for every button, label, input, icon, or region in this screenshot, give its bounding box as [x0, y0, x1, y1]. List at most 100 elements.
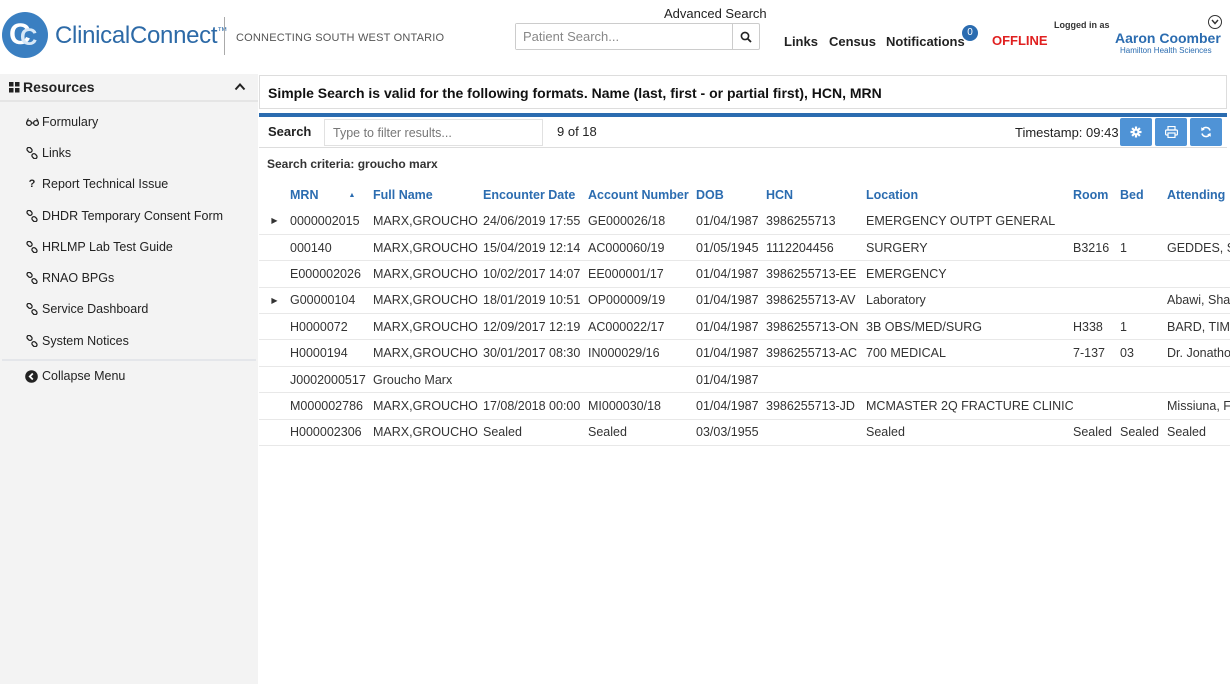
- cell-encounter-date: Sealed: [483, 419, 588, 447]
- cell-hcn: 3986255713-JD: [766, 392, 866, 420]
- cell-bed: [1120, 260, 1167, 288]
- column-header-location[interactable]: Location: [866, 182, 1073, 208]
- cell-mrn: J0002000517: [290, 366, 373, 394]
- cell-dob: 01/04/1987: [696, 208, 766, 235]
- column-header-hcn[interactable]: HCN: [766, 182, 866, 208]
- sidebar-item-system-notices[interactable]: System Notices: [0, 325, 258, 356]
- column-header-bed[interactable]: Bed: [1120, 182, 1167, 208]
- table-row[interactable]: ▶ 0000002015 MARX,GROUCHO 24/06/2019 17:55 G…: [259, 208, 1230, 235]
- sidebar-item-formulary[interactable]: Formulary: [0, 106, 258, 137]
- nav-links[interactable]: Links: [784, 34, 818, 49]
- cell-mrn: E000002026: [290, 260, 373, 288]
- link-icon: [25, 209, 39, 222]
- search-criteria: Search criteria: groucho marx: [267, 157, 438, 171]
- filter-results-input[interactable]: [324, 119, 543, 146]
- refresh-button[interactable]: [1190, 118, 1222, 146]
- cell-hcn: 3986255713-AV: [766, 287, 866, 315]
- connection-status: OFFLINE: [992, 33, 1048, 48]
- clinicalconnect-logo[interactable]: C C: [2, 12, 48, 58]
- table-row[interactable]: H0000072 MARX,GROUCHO 12/09/2017 12:19 AC00…: [259, 313, 1230, 341]
- cell-location: [866, 366, 1073, 394]
- sidebar: Resources Formulary Links ? Report Techn…: [0, 74, 258, 684]
- expand-cell: [259, 366, 290, 394]
- cell-encounter-date: 12/09/2017 12:19: [483, 313, 588, 341]
- cell-location: Sealed: [866, 419, 1073, 447]
- cell-room: Sealed: [1073, 419, 1120, 447]
- column-header-account-number[interactable]: Account Number: [588, 182, 696, 208]
- question-icon: ?: [28, 178, 36, 191]
- patient-search-box: [515, 23, 760, 50]
- column-header-attending[interactable]: Attending: [1167, 182, 1230, 208]
- column-header-room[interactable]: Room: [1073, 182, 1120, 208]
- expand-cell: [259, 392, 290, 420]
- logged-in-label: Logged in as: [1054, 20, 1110, 30]
- cell-location: Laboratory: [866, 287, 1073, 315]
- column-header-mrn[interactable]: MRN ▲: [290, 182, 373, 208]
- cell-full-name: MARX,GROUCHO: [373, 419, 483, 447]
- cell-account-number: AC000060/19: [588, 234, 696, 262]
- cell-account-number: Sealed: [588, 419, 696, 447]
- chevron-down-icon: [1211, 19, 1219, 25]
- print-button[interactable]: [1155, 118, 1187, 146]
- patient-search-button[interactable]: [732, 24, 759, 49]
- table-row[interactable]: E000002026 MARX,GROUCHO 10/02/2017 14:07 EE…: [259, 260, 1230, 288]
- brand-text: ClinicalConnect: [55, 22, 218, 49]
- column-header-full-name[interactable]: Full Name: [373, 182, 483, 208]
- cell-bed: Sealed: [1120, 419, 1167, 447]
- cell-room: H338: [1073, 313, 1120, 341]
- cell-dob: 01/05/1945: [696, 234, 766, 262]
- expand-cell: [259, 339, 290, 367]
- cell-hcn: 3986255713-AC: [766, 339, 866, 367]
- chevron-up-icon[interactable]: [234, 82, 246, 91]
- brand-name[interactable]: ClinicalConnect™: [55, 22, 227, 50]
- results-toolbar: Search 9 of 18 Timestamp: 09:43: [259, 117, 1227, 148]
- cell-account-number: [588, 366, 696, 394]
- sidebar-item-hrlmp-lab-test-guide[interactable]: HRLMP Lab Test Guide: [0, 231, 258, 262]
- search-icon: [740, 31, 752, 43]
- cell-full-name: MARX,GROUCHO: [373, 260, 483, 288]
- advanced-search-link[interactable]: Advanced Search: [664, 6, 767, 21]
- user-name[interactable]: Aaron Coomber: [1115, 30, 1221, 46]
- cell-room: [1073, 287, 1120, 315]
- cell-hcn: 1112204456: [766, 234, 866, 262]
- nav-census[interactable]: Census: [829, 34, 876, 49]
- sidebar-item-dhdr-consent-form[interactable]: DHDR Temporary Consent Form: [0, 200, 258, 231]
- table-row[interactable]: M000002786 MARX,GROUCHO 17/08/2018 00:00 MI…: [259, 392, 1230, 420]
- cell-bed: [1120, 366, 1167, 394]
- settings-button[interactable]: [1120, 118, 1152, 146]
- results-count: 9 of 18: [557, 124, 597, 139]
- resources-header[interactable]: Resources: [0, 74, 258, 102]
- table-row[interactable]: J0002000517 Groucho Marx 01/04/1987: [259, 366, 1230, 394]
- table-row[interactable]: H000002306 MARX,GROUCHO Sealed Sealed 03/03/…: [259, 419, 1230, 447]
- cell-attending: [1167, 366, 1230, 394]
- sidebar-item-label: DHDR Temporary Consent Form: [42, 208, 224, 223]
- sidebar-item-links[interactable]: Links: [0, 137, 258, 168]
- table-row[interactable]: ▶ G00000104 MARX,GROUCHO 18/01/2019 10:51 OP…: [259, 287, 1230, 315]
- sidebar-item-report-technical-issue[interactable]: ? Report Technical Issue: [0, 169, 258, 200]
- user-menu-toggle[interactable]: [1208, 15, 1222, 29]
- column-header-label: MRN: [290, 188, 319, 202]
- resources-title: Resources: [23, 79, 95, 95]
- nav-notifications[interactable]: Notifications: [886, 34, 965, 49]
- app-header: C C ClinicalConnect™ CONNECTING SOUTH WE…: [0, 0, 1230, 74]
- table-row[interactable]: 000140 MARX,GROUCHO 15/04/2019 12:14 AC0000…: [259, 234, 1230, 262]
- table-row[interactable]: H0000194 MARX,GROUCHO 30/01/2017 08:30 IN00…: [259, 339, 1230, 367]
- cell-encounter-date: [483, 366, 588, 394]
- sidebar-item-label: HRLMP Lab Test Guide: [42, 239, 173, 254]
- cell-attending: Dr. Jonatho: [1167, 339, 1230, 367]
- cell-dob: 01/04/1987: [696, 260, 766, 288]
- collapse-menu-button[interactable]: Collapse Menu: [0, 361, 258, 391]
- sidebar-item-service-dashboard[interactable]: Service Dashboard: [0, 294, 258, 325]
- cell-full-name: MARX,GROUCHO: [373, 313, 483, 341]
- glasses-icon: [25, 117, 39, 126]
- expand-row-toggle[interactable]: ▶: [259, 287, 290, 315]
- expand-row-toggle[interactable]: ▶: [259, 208, 290, 235]
- notifications-count-badge[interactable]: 0: [962, 25, 978, 41]
- column-header-encounter-date[interactable]: Encounter Date: [483, 182, 588, 208]
- expand-cell: [259, 260, 290, 288]
- patient-search-input[interactable]: [516, 24, 732, 49]
- cell-encounter-date: 10/02/2017 14:07: [483, 260, 588, 288]
- column-header-dob[interactable]: DOB: [696, 182, 766, 208]
- sidebar-item-rnao-bpgs[interactable]: RNAO BPGs: [0, 262, 258, 293]
- brand-trademark: ™: [217, 26, 227, 37]
